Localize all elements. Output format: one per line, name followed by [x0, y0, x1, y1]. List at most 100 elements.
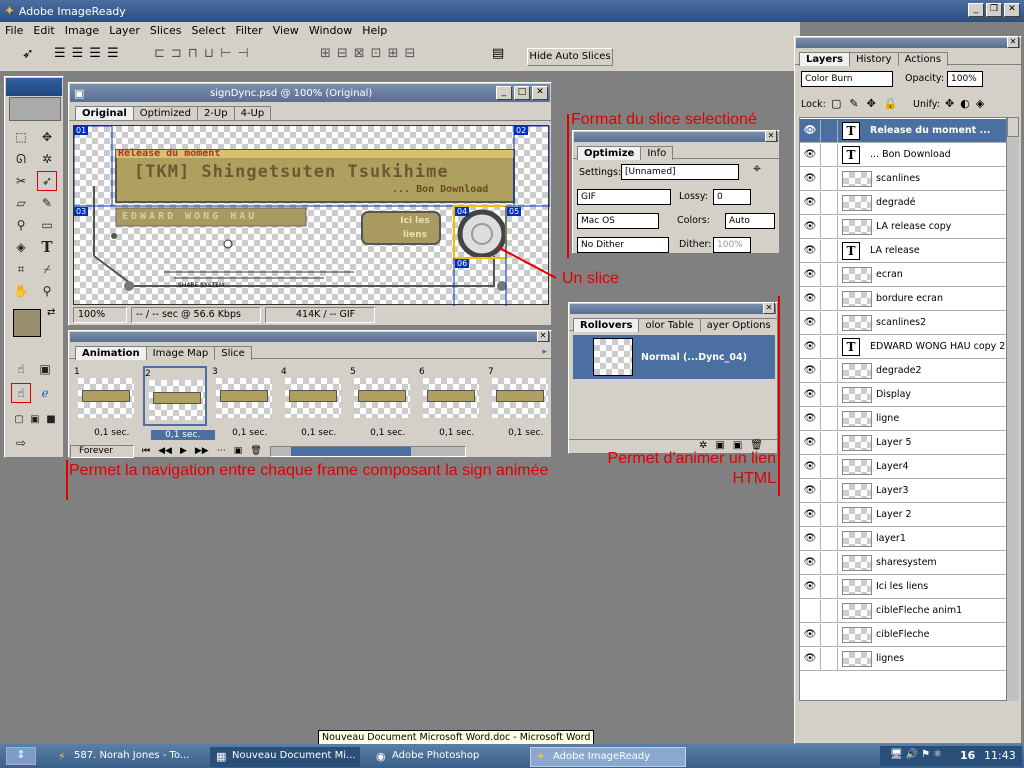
layer-row[interactable]: 👁 T LA release [800, 239, 1006, 263]
layer-row[interactable]: 👁 Layer4 [800, 455, 1006, 479]
slice-select-tool-icon[interactable]: ➶ [22, 46, 34, 62]
slice-label-06[interactable]: 06 [455, 259, 470, 268]
eye-icon[interactable]: 👁 [800, 125, 820, 136]
eye-icon[interactable]: 👁 [800, 341, 820, 352]
eye-icon[interactable]: 👁 [800, 269, 820, 280]
jump-to-photoshop-icon[interactable]: ⇨ [11, 433, 31, 453]
close-button[interactable]: ✕ [1004, 3, 1020, 17]
eye-icon[interactable]: 👁 [800, 533, 820, 544]
menu-slices[interactable]: Slices [145, 22, 187, 40]
start-button[interactable]: ⇕ [6, 747, 36, 765]
animation-tab-1[interactable]: Image Map [145, 346, 216, 360]
eye-icon[interactable]: 👁 [800, 629, 820, 640]
slice-label-03[interactable]: 03 [74, 207, 89, 216]
eraser-tool-icon[interactable]: ▱ [11, 193, 31, 213]
swap-colors-icon[interactable]: ⇄ [47, 307, 55, 318]
restore-button[interactable]: ❐ [986, 3, 1002, 17]
layer-row[interactable]: cibleFleche anim1 [800, 599, 1006, 623]
layers-tab-1[interactable]: History [849, 52, 899, 66]
layers-scrollbar-thumb[interactable] [1007, 117, 1019, 137]
preview-document-icon[interactable]: ☝ [11, 383, 31, 403]
frame-delay[interactable]: 0,1 sec. [218, 428, 282, 438]
layer-link-cell[interactable] [820, 311, 838, 334]
taskbar-item-word[interactable]: Nouveau Document Mi... [210, 747, 360, 767]
layer-row[interactable]: 👁 degradé [800, 191, 1006, 215]
eye-icon[interactable]: 👁 [800, 317, 820, 328]
optimize-close-button[interactable]: ✕ [765, 130, 777, 142]
layer-row[interactable]: 👁 ecran [800, 263, 1006, 287]
opacity-field[interactable]: 100% [947, 71, 983, 87]
layer-link-cell[interactable] [820, 143, 838, 166]
layer-row[interactable]: 👁 T Release du moment ... [800, 119, 1006, 143]
stack-order-icons[interactable]: ☰☰☰☰ [54, 46, 125, 61]
layer-row[interactable]: 👁 bordure ecran [800, 287, 1006, 311]
brush-tool-icon[interactable]: ✎ [37, 193, 57, 213]
menu-layer[interactable]: Layer [104, 22, 145, 40]
eye-icon[interactable]: 👁 [800, 149, 820, 160]
eye-icon[interactable]: 👁 [800, 653, 820, 664]
layer-link-cell[interactable] [820, 191, 838, 214]
eye-icon[interactable]: 👁 [800, 221, 820, 232]
layer-link-cell[interactable] [820, 551, 838, 574]
animation-frame[interactable]: 2 0,1 sec. [143, 366, 215, 440]
layer-link-cell[interactable] [820, 287, 838, 310]
menu-window[interactable]: Window [304, 22, 357, 40]
layer-link-cell[interactable] [820, 647, 838, 670]
eye-icon[interactable]: 👁 [800, 173, 820, 184]
layer-row[interactable]: 👁 Layer 5 [800, 431, 1006, 455]
prev-frame-icon[interactable]: ◀◀ [158, 446, 172, 456]
menu-image[interactable]: Image [60, 22, 104, 40]
delete-frame-icon[interactable]: 🗑 [250, 446, 261, 456]
doc-close-button[interactable]: ✕ [532, 86, 548, 100]
layer-link-cell[interactable] [820, 215, 838, 238]
next-frame-icon[interactable]: ▶▶ [195, 446, 209, 456]
download-speed-field[interactable]: -- / -- sec @ 56.6 Kbps [131, 307, 261, 323]
eye-icon[interactable]: 👁 [800, 581, 820, 592]
layer-row[interactable]: 👁 layer1 [800, 527, 1006, 551]
eye-icon[interactable]: 👁 [800, 437, 820, 448]
layer-link-cell[interactable] [820, 503, 838, 526]
layer-row[interactable]: 👁 T ... Bon Download [800, 143, 1006, 167]
document-tab-1[interactable]: Optimized [132, 106, 198, 120]
eye-icon[interactable]: 👁 [800, 389, 820, 400]
eye-icon[interactable]: 👁 [800, 413, 820, 424]
hide-auto-slices-button[interactable]: Hide Auto Slices [527, 48, 613, 66]
eye-icon[interactable]: 👁 [800, 509, 820, 520]
format-select[interactable]: GIF [577, 189, 671, 205]
frame-delay[interactable]: 0,1 sec. [80, 428, 144, 438]
clone-tool-icon[interactable]: ⚲ [11, 215, 31, 235]
menu-select[interactable]: Select [187, 22, 231, 40]
animation-frame[interactable]: 5 0,1 sec. [350, 366, 414, 438]
align-icons[interactable]: ⊏⊐⊓⊔⊢⊣ [154, 46, 255, 61]
layers-tab-2[interactable]: Actions [897, 52, 949, 66]
rollovers-tab-1[interactable]: olor Table [638, 318, 701, 332]
slice-label-05[interactable]: 05 [507, 207, 522, 216]
taskbar-item-imageready[interactable]: Adobe ImageReady [530, 747, 686, 767]
rollover-preview-icon[interactable]: ☝ [11, 359, 31, 379]
taskbar-item-winamp[interactable]: 587. Norah Jones - To... [52, 747, 202, 767]
menu-edit[interactable]: Edit [28, 22, 59, 40]
layer-link-cell[interactable] [820, 119, 838, 142]
document-tab-0[interactable]: Original [75, 106, 134, 120]
rectangle-tool-icon[interactable]: ▭ [37, 215, 57, 235]
unify-icons[interactable]: ✥◐◈ [945, 97, 990, 110]
eye-icon[interactable]: 👁 [800, 461, 820, 472]
frame-delay[interactable]: 0,1 sec. [150, 430, 215, 440]
document-tab-2[interactable]: 2-Up [196, 106, 235, 120]
animation-frame[interactable]: 1 0,1 sec. [74, 366, 138, 438]
play-icon[interactable]: ▶ [180, 446, 187, 456]
slice-visibility-icon[interactable]: ▣ [35, 359, 55, 379]
settings-select[interactable]: [Unnamed] [621, 164, 739, 180]
optimize-tab-0[interactable]: Optimize [577, 146, 642, 160]
first-frame-icon[interactable]: ⏮ [142, 446, 150, 456]
animation-tab-2[interactable]: Slice [214, 346, 252, 360]
paint-bucket-tool-icon[interactable]: ◈ [11, 237, 31, 257]
hand-tool-icon[interactable]: ✋ [11, 281, 31, 301]
menu-file[interactable]: File [0, 22, 28, 40]
animation-frame[interactable]: 3 0,1 sec. [212, 366, 276, 438]
palette-select[interactable]: Mac OS [577, 213, 659, 229]
eye-icon[interactable]: 👁 [800, 365, 820, 376]
blend-mode-select[interactable]: Color Burn [801, 71, 893, 87]
frame-scrollbar-thumb[interactable] [290, 446, 411, 456]
layers-tab-0[interactable]: Layers [799, 52, 850, 66]
